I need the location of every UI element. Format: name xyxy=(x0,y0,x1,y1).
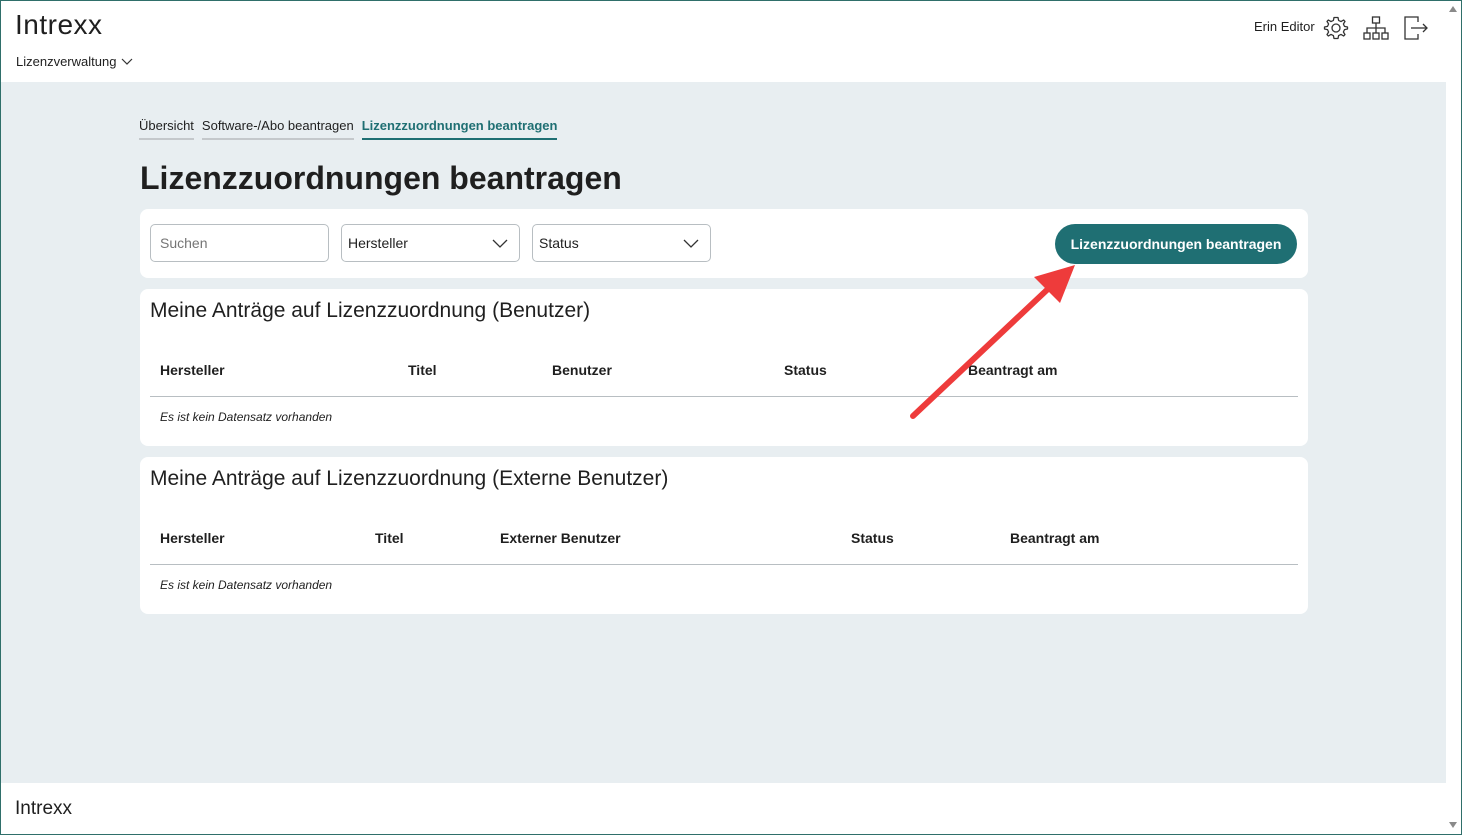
tab-lizenzzuordnungen-beantragen[interactable]: Lizenzzuordnungen beantragen xyxy=(361,118,558,140)
app-menu-label: Lizenzverwaltung xyxy=(16,54,117,69)
chevron-down-icon xyxy=(683,239,699,248)
page-footer: Intrexx xyxy=(1,784,1446,833)
empty-state-text: Es ist kein Datensatz vorhanden xyxy=(160,578,333,592)
request-license-assignment-button[interactable]: Lizenzzuordnungen beantragen xyxy=(1055,224,1297,264)
column-header-titel[interactable]: Titel xyxy=(375,530,404,546)
external-user-requests-table: Meine Anträge auf Lizenzzuordnung (Exter… xyxy=(140,457,1308,614)
search-input[interactable] xyxy=(150,224,329,262)
column-header-beantragt-am[interactable]: Beantragt am xyxy=(1010,530,1099,546)
status-select-value: Status xyxy=(539,235,579,251)
manufacturer-select[interactable]: Hersteller xyxy=(341,224,520,262)
app-menu-dropdown[interactable]: Lizenzverwaltung xyxy=(16,54,133,69)
tab-software-abo-beantragen[interactable]: Software-/Abo beantragen xyxy=(201,118,354,140)
column-header-externer-benutzer[interactable]: Externer Benutzer xyxy=(500,530,621,546)
gear-icon[interactable] xyxy=(1323,15,1349,41)
column-header-status[interactable]: Status xyxy=(784,362,827,378)
column-header-benutzer[interactable]: Benutzer xyxy=(552,362,612,378)
table-title: Meine Anträge auf Lizenzzuordnung (Exter… xyxy=(150,467,669,490)
filter-bar: Hersteller Status Lizenzzuordnungen bean… xyxy=(140,209,1308,278)
intrexx-logo[interactable]: Intrexx xyxy=(15,9,103,41)
vertical-scrollbar[interactable] xyxy=(1446,1,1460,833)
sitemap-icon[interactable] xyxy=(1363,15,1389,41)
header-divider xyxy=(150,564,1298,565)
chevron-down-icon xyxy=(492,239,508,248)
logout-icon[interactable] xyxy=(1403,15,1429,41)
column-header-hersteller[interactable]: Hersteller xyxy=(160,362,225,378)
scroll-up-arrow-icon[interactable] xyxy=(1449,6,1457,12)
intrexx-footer-logo: Intrexx xyxy=(15,798,73,819)
table-title: Meine Anträge auf Lizenzzuordnung (Benut… xyxy=(150,299,591,322)
column-header-beantragt-am[interactable]: Beantragt am xyxy=(968,362,1057,378)
user-name[interactable]: Erin Editor xyxy=(1254,19,1315,34)
chevron-down-icon xyxy=(122,58,133,65)
header-divider xyxy=(150,396,1298,397)
manufacturer-select-value: Hersteller xyxy=(348,235,408,251)
main-content: Übersicht Software-/Abo beantragen Lizen… xyxy=(1,82,1446,783)
user-requests-table: Meine Anträge auf Lizenzzuordnung (Benut… xyxy=(140,289,1308,446)
column-header-titel[interactable]: Titel xyxy=(408,362,437,378)
tab-bar: Übersicht Software-/Abo beantragen Lizen… xyxy=(139,118,558,140)
scroll-down-arrow-icon[interactable] xyxy=(1449,822,1457,828)
empty-state-text: Es ist kein Datensatz vorhanden xyxy=(160,410,333,424)
status-select[interactable]: Status xyxy=(532,224,711,262)
top-header: Intrexx Lizenzverwaltung Erin Editor xyxy=(1,1,1446,81)
column-header-status[interactable]: Status xyxy=(851,530,894,546)
tab-uebersicht[interactable]: Übersicht xyxy=(139,118,194,140)
column-header-hersteller[interactable]: Hersteller xyxy=(160,530,225,546)
page-title: Lizenzzuordnungen beantragen xyxy=(140,160,622,196)
